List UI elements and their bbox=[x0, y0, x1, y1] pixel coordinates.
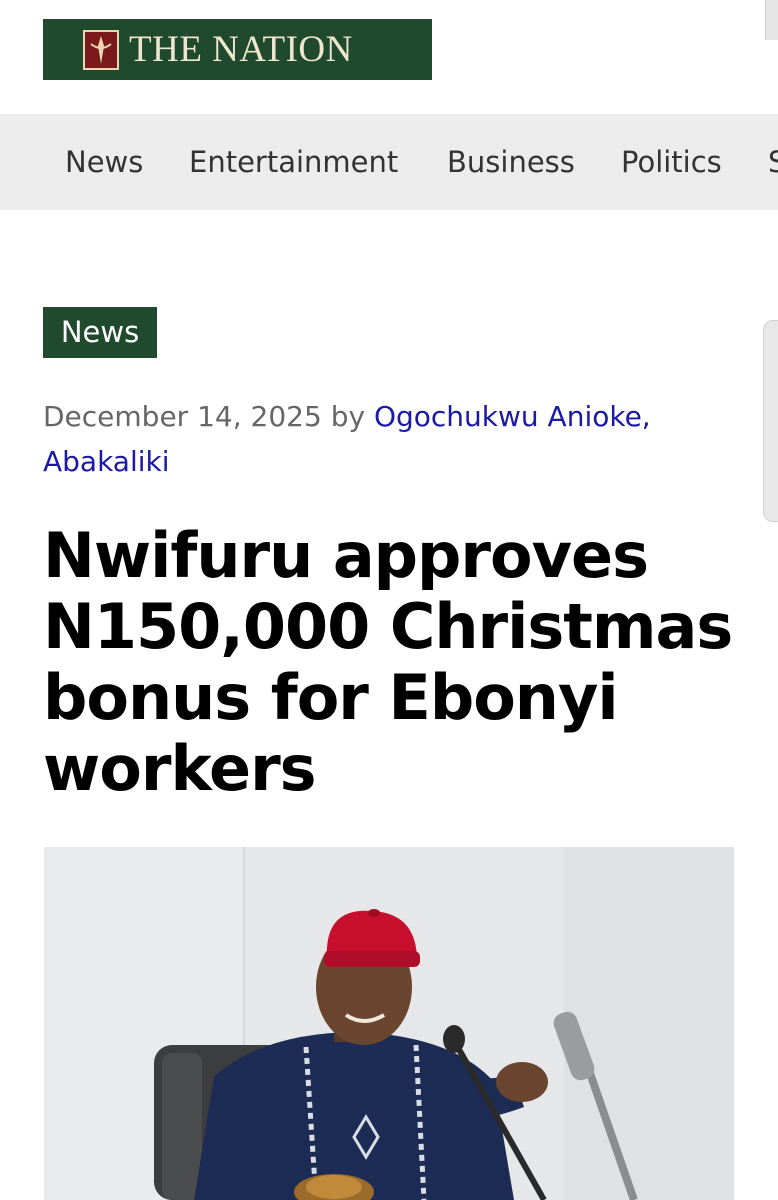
author-link[interactable]: Ogochukwu Anioke, bbox=[374, 400, 651, 433]
governor-photo-illustration bbox=[44, 847, 734, 1200]
side-panel-tab[interactable] bbox=[763, 320, 778, 522]
publish-date: December 14, 2025 bbox=[43, 400, 322, 433]
category-badge[interactable]: News bbox=[43, 307, 157, 358]
nav-item-business[interactable]: Business bbox=[447, 145, 575, 179]
author-location-link[interactable]: Abakaliki bbox=[43, 445, 170, 478]
logo-text: THE NATION bbox=[129, 29, 353, 70]
byline-by: by bbox=[330, 400, 366, 433]
site-header: THE NATION bbox=[0, 0, 778, 114]
scrollbar-edge[interactable] bbox=[765, 0, 778, 40]
main-nav: News Entertainment Business Politics S bbox=[0, 114, 778, 210]
nav-item-entertainment[interactable]: Entertainment bbox=[189, 145, 398, 179]
nav-item-politics[interactable]: Politics bbox=[621, 145, 722, 179]
site-logo[interactable]: THE NATION bbox=[43, 19, 432, 80]
logo-emblem-icon bbox=[83, 29, 119, 70]
article-title: Nwifuru approves N150,000 Christmas bonu… bbox=[43, 519, 733, 805]
nav-item-overflow[interactable]: S bbox=[768, 145, 778, 179]
article-featured-image[interactable] bbox=[44, 847, 734, 1200]
article-meta: December 14, 2025 by Ogochukwu Anioke, A… bbox=[43, 394, 703, 484]
nav-item-news[interactable]: News bbox=[65, 145, 143, 179]
